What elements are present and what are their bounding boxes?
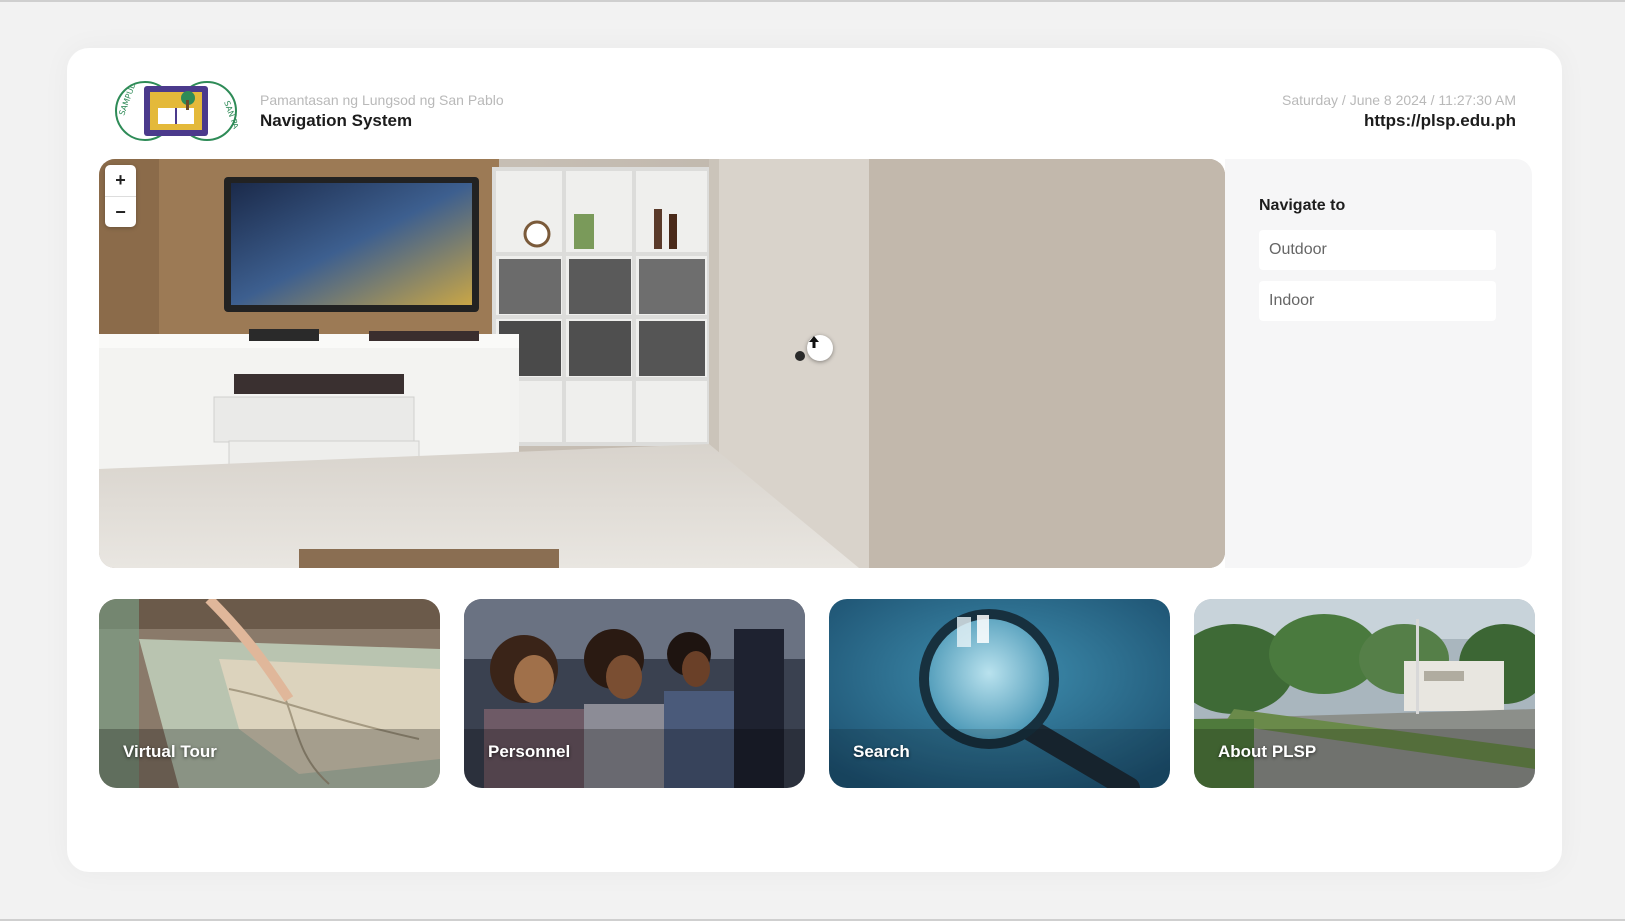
personnel-label: Personnel bbox=[488, 742, 571, 761]
hotspot-marker-dot bbox=[795, 351, 805, 361]
about-plsp-tile[interactable]: About PLSP bbox=[1194, 599, 1535, 788]
panorama-scene bbox=[99, 159, 1225, 568]
system-title: Navigation System bbox=[260, 111, 413, 130]
plsp-seal-logo: SAMPUL SAN PA bbox=[114, 80, 241, 142]
navigate-heading: Navigate to bbox=[1259, 197, 1346, 214]
about-plsp-label: About PLSP bbox=[1218, 742, 1317, 761]
personnel-tile[interactable]: Personnel bbox=[464, 599, 805, 788]
zoom-in-button[interactable]: + bbox=[105, 165, 136, 196]
virtual-tour-label: Virtual Tour bbox=[123, 742, 217, 761]
window-top-border bbox=[0, 0, 1625, 2]
panorama-viewer[interactable]: + − bbox=[99, 159, 1225, 568]
virtual-tour-tile[interactable]: Virtual Tour bbox=[99, 599, 440, 788]
search-label: Search bbox=[853, 742, 910, 761]
website-url[interactable]: https://plsp.edu.ph bbox=[1364, 111, 1516, 131]
datetime-display: Saturday / June 8 2024 / 11:27:30 AM bbox=[1281, 92, 1516, 108]
university-name: Pamantasan ng Lungsod ng San Pablo bbox=[260, 92, 504, 108]
search-tile[interactable]: Search bbox=[829, 599, 1170, 788]
navigate-panel: Navigate to Outdoor Indoor bbox=[1225, 159, 1532, 568]
arrow-up-icon bbox=[809, 336, 819, 348]
navigation-hotspot[interactable] bbox=[807, 335, 833, 361]
zoom-out-button[interactable]: − bbox=[105, 196, 136, 227]
nav-option-outdoor[interactable]: Outdoor bbox=[1259, 230, 1496, 270]
nav-option-indoor[interactable]: Indoor bbox=[1259, 281, 1496, 321]
zoom-control: + − bbox=[105, 165, 136, 227]
